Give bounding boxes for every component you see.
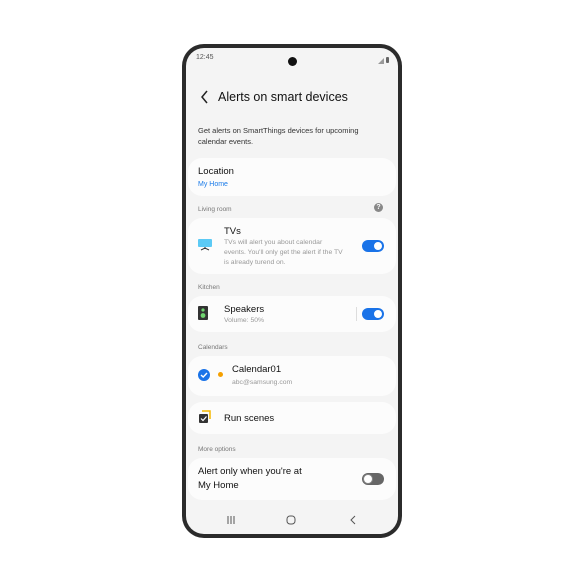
alert-home-card[interactable]: Alert only when you're at My Home	[188, 458, 396, 500]
location-label: Location	[198, 166, 234, 177]
screen: 12:45 Alerts on smart devices Get alerts…	[186, 48, 398, 534]
camera-cutout	[288, 57, 297, 66]
tvs-description: TVs will alert you about calendar events…	[224, 239, 343, 266]
page-title: Alerts on smart devices	[218, 90, 348, 104]
tvs-card[interactable]: TVs TVs will alert you about calendar ev…	[188, 218, 396, 274]
calendar-checkbox[interactable]	[198, 368, 210, 386]
calendar-account: abc@samsung.com	[232, 379, 293, 386]
run-scenes-card[interactable]: Run scenes	[188, 402, 396, 434]
calendar-color-dot	[218, 372, 223, 377]
location-card[interactable]: Location My Home	[188, 158, 396, 196]
tvs-title: TVs	[224, 226, 241, 237]
alert-home-label-line2: My Home	[198, 480, 239, 491]
speaker-icon	[198, 306, 208, 325]
alert-home-label-line1: Alert only when you're at	[198, 466, 302, 477]
section-living-room: Living room	[198, 206, 232, 213]
section-more-options: More options	[198, 446, 236, 453]
divider	[356, 307, 357, 321]
speakers-card[interactable]: Speakers Volume: 50%	[188, 296, 396, 332]
battery-icon	[386, 57, 389, 63]
tvs-toggle[interactable]	[362, 240, 384, 252]
location-value: My Home	[198, 181, 228, 188]
nav-back-icon[interactable]	[348, 512, 358, 530]
status-bar: 12:45	[186, 48, 398, 68]
back-arrow-icon[interactable]	[200, 90, 210, 107]
page-description: Get alerts on SmartThings devices for up…	[198, 126, 359, 146]
speakers-title: Speakers	[224, 304, 265, 315]
section-kitchen: Kitchen	[198, 284, 220, 291]
run-scenes-icon	[198, 410, 212, 429]
signal-icon	[378, 58, 384, 64]
status-time: 12:45	[196, 54, 214, 61]
calendar-name: Calendar01	[232, 364, 282, 375]
tv-icon	[198, 238, 212, 256]
phone-frame: 12:45 Alerts on smart devices Get alerts…	[182, 44, 402, 538]
run-scenes-label: Run scenes	[224, 413, 275, 424]
navigation-bar	[186, 508, 398, 528]
recent-apps-icon[interactable]	[226, 512, 236, 530]
speakers-toggle[interactable]	[362, 308, 384, 320]
help-icon[interactable]: ?	[374, 203, 383, 212]
calendar-card[interactable]: Calendar01 abc@samsung.com	[188, 356, 396, 396]
speakers-volume: Volume: 50%	[224, 317, 265, 324]
section-calendars: Calendars	[198, 344, 228, 351]
alert-home-toggle[interactable]	[362, 473, 384, 485]
home-icon[interactable]	[286, 512, 296, 530]
app-header: Alerts on smart devices	[186, 88, 398, 108]
